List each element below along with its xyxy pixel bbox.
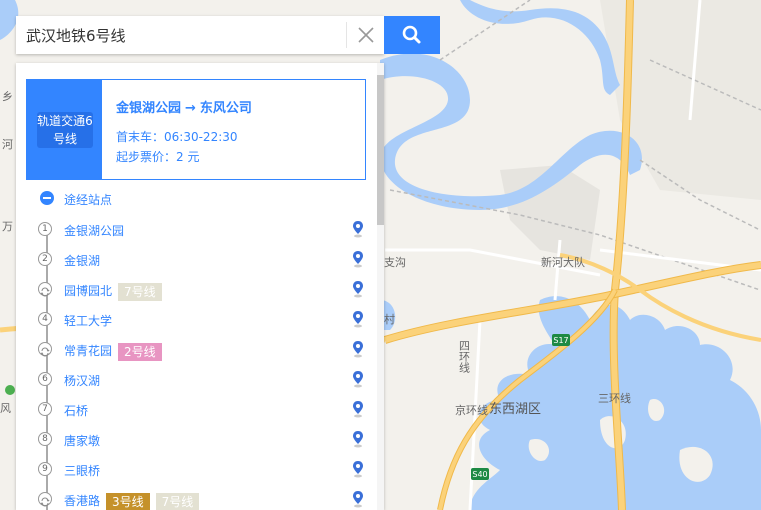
station-name-text: 园博园北 bbox=[64, 284, 113, 298]
station-row[interactable]: 9 三眼桥 bbox=[38, 460, 363, 480]
station-row[interactable]: 香港路 3号线 7号线 bbox=[38, 490, 363, 510]
map-pin-icon[interactable] bbox=[351, 430, 365, 448]
map-label-dongxihu: 东西湖区 bbox=[489, 402, 541, 417]
line-direction: 金银湖公园 → 东风公司 bbox=[116, 97, 252, 116]
map-label-cun: 村 bbox=[384, 312, 395, 326]
line-origin: 金银湖公园 bbox=[116, 101, 182, 116]
map-label-left3: 万 bbox=[2, 220, 13, 233]
station-name-text: 杨汉湖 bbox=[64, 374, 101, 388]
map-label-zhigou: 支沟 bbox=[384, 256, 406, 269]
station-number: 2 bbox=[38, 252, 52, 266]
map-pin-icon[interactable] bbox=[351, 280, 365, 298]
stations-header-label[interactable]: 途经站点 bbox=[64, 191, 112, 208]
map-pin-icon[interactable] bbox=[351, 250, 365, 268]
line-badge: 轨道交通6号线 bbox=[37, 112, 93, 148]
station-name[interactable]: 轻工大学 bbox=[64, 312, 112, 329]
search-box bbox=[16, 16, 384, 54]
base-fare-label: 起步票价： bbox=[116, 150, 177, 164]
station-number: 7 bbox=[38, 402, 52, 416]
map-label-jinghuan: 京环线 bbox=[455, 403, 488, 417]
station-name[interactable]: 园博园北 7号线 bbox=[64, 282, 162, 301]
map-label-sihuan: 四环线 bbox=[458, 340, 471, 373]
station-name-text: 金银湖公园 bbox=[64, 224, 125, 238]
direction-arrow: → bbox=[185, 101, 196, 116]
station-name[interactable]: 香港路 3号线 7号线 bbox=[64, 492, 200, 510]
search-input[interactable] bbox=[16, 16, 346, 54]
station-name[interactable]: 常青花园 2号线 bbox=[64, 342, 162, 361]
map-label-xinhe: 新河大队 bbox=[541, 255, 585, 269]
map-label-left4: 风 bbox=[0, 402, 11, 415]
svg-text:S40: S40 bbox=[472, 470, 487, 479]
collapse-icon[interactable] bbox=[40, 191, 54, 205]
svg-text:S17: S17 bbox=[553, 336, 568, 345]
station-name-text: 常青花园 bbox=[64, 344, 113, 358]
transfer-line-tag[interactable]: 7号线 bbox=[155, 492, 200, 510]
station-name[interactable]: 石桥 bbox=[64, 402, 88, 419]
transfer-line-tag[interactable]: 3号线 bbox=[106, 492, 150, 510]
transfer-station-icon bbox=[38, 282, 52, 297]
station-number: 6 bbox=[38, 372, 52, 386]
highway-shield-s17: S17 bbox=[552, 334, 570, 346]
service-hours-value: 06:30-22:30 bbox=[164, 130, 238, 144]
service-hours-label: 首末车： bbox=[116, 130, 165, 144]
map-pin-icon[interactable] bbox=[351, 370, 365, 388]
search-button[interactable] bbox=[384, 16, 440, 54]
station-number: 9 bbox=[38, 462, 52, 476]
line-card[interactable]: 轨道交通6号线 金银湖公园 → 东风公司 首末车：06:30-22:30 起步票价：… bbox=[26, 79, 366, 180]
station-row[interactable]: 常青花园 2号线 bbox=[38, 340, 363, 361]
close-icon bbox=[358, 27, 374, 43]
map-label-sanhuan: 三环线 bbox=[598, 391, 631, 405]
highway-shield-s40: S40 bbox=[471, 468, 489, 480]
station-number: 1 bbox=[38, 222, 52, 236]
transfer-station-icon bbox=[38, 492, 52, 507]
station-row[interactable]: 2 金银湖 bbox=[38, 250, 363, 270]
station-row[interactable]: 园博园北 7号线 bbox=[38, 280, 363, 301]
station-row[interactable]: 7 石桥 bbox=[38, 400, 363, 420]
station-name-text: 香港路 bbox=[64, 494, 101, 508]
station-number: 4 bbox=[38, 312, 52, 326]
transfer-station-icon bbox=[38, 342, 52, 357]
line-terminus: 东风公司 bbox=[199, 101, 252, 116]
station-name[interactable]: 金银湖 bbox=[64, 252, 100, 269]
map-pin-icon[interactable] bbox=[351, 310, 365, 328]
scrollbar-thumb[interactable] bbox=[377, 75, 384, 225]
line-detail-panel: 轨道交通6号线 金银湖公园 → 东风公司 首末车：06:30-22:30 起步票价：… bbox=[16, 63, 384, 510]
station-name-text: 石桥 bbox=[64, 404, 89, 418]
station-name[interactable]: 唐家墩 bbox=[64, 432, 100, 449]
park-marker-icon bbox=[5, 385, 15, 395]
base-fare: 起步票价：2 元 bbox=[116, 148, 199, 165]
station-name[interactable]: 三眼桥 bbox=[64, 462, 100, 479]
station-row[interactable]: 1 金银湖公园 bbox=[38, 220, 363, 240]
map-label-left1: 乡 bbox=[2, 90, 13, 103]
line-card-badge-area: 轨道交通6号线 bbox=[27, 80, 102, 179]
station-row[interactable]: 6 杨汉湖 bbox=[38, 370, 363, 390]
transfer-line-tag[interactable]: 2号线 bbox=[118, 342, 162, 361]
base-fare-value: 2 元 bbox=[176, 150, 200, 164]
map-label-left2: 河 bbox=[2, 138, 13, 151]
station-number: 8 bbox=[38, 432, 52, 446]
station-name-text: 三眼桥 bbox=[64, 464, 101, 478]
station-name[interactable]: 杨汉湖 bbox=[64, 372, 100, 389]
search-icon bbox=[402, 25, 421, 44]
station-row[interactable]: 4 轻工大学 bbox=[38, 310, 363, 330]
map-pin-icon[interactable] bbox=[351, 340, 365, 358]
panel-scrollbar[interactable] bbox=[377, 63, 384, 510]
station-row[interactable]: 8 唐家墩 bbox=[38, 430, 363, 450]
clear-button[interactable] bbox=[346, 22, 384, 48]
service-hours: 首末车：06:30-22:30 bbox=[116, 128, 238, 145]
map-pin-icon[interactable] bbox=[351, 220, 365, 238]
station-name-text: 金银湖 bbox=[64, 254, 101, 268]
station-name[interactable]: 金银湖公园 bbox=[64, 222, 124, 239]
map-label-sihuan-group: 四环线 bbox=[458, 340, 471, 373]
map-pin-icon[interactable] bbox=[351, 460, 365, 478]
station-name-text: 唐家墩 bbox=[64, 434, 101, 448]
station-name-text: 轻工大学 bbox=[64, 314, 113, 328]
map-pin-icon[interactable] bbox=[351, 400, 365, 418]
transfer-line-tag[interactable]: 7号线 bbox=[118, 282, 162, 301]
map-pin-icon[interactable] bbox=[351, 490, 365, 508]
